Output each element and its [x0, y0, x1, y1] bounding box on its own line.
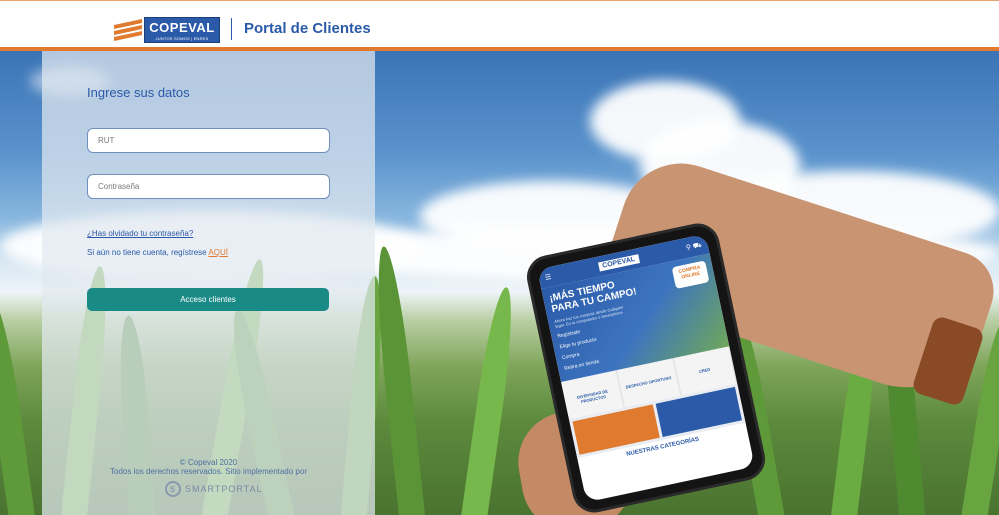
smartportal-logo-icon: S: [165, 481, 181, 497]
password-input[interactable]: [87, 174, 330, 199]
footer: © Copeval 2020 Todos los derechos reserv…: [42, 458, 375, 476]
forgot-password-link[interactable]: ¿Has olvidado tu contraseña?: [87, 229, 193, 238]
register-link[interactable]: AQUÍ: [208, 248, 228, 257]
header-divider: [231, 18, 232, 40]
logo-tagline: JUNTOS SOMOS | ENRES: [155, 36, 209, 41]
copeval-logo[interactable]: COPEVAL JUNTOS SOMOS | ENRES: [112, 17, 220, 43]
page-title: Portal de Clientes: [244, 20, 371, 37]
copeval-stripes-icon: [112, 17, 144, 43]
rights-text: Todos los derechos reservados. Sitio imp…: [110, 467, 307, 476]
cart-icon: ⚲ ⛟: [685, 241, 703, 252]
access-clients-button[interactable]: Acceso clientes: [87, 288, 329, 311]
site-header: COPEVAL JUNTOS SOMOS | ENRES Portal de C…: [0, 0, 999, 52]
register-prompt-text: Si aún no tiene cuenta, regístrese: [87, 248, 209, 257]
menu-icon: ☰: [544, 273, 553, 282]
smartphone-image: ☰ COPEVAL ⚲ ⛟ ¡MÁS TIEMPO PARA TU CAMPO!…: [522, 219, 770, 515]
login-panel: Ingrese sus datos ¿Has olvidado tu contr…: [42, 51, 375, 515]
logo-wordmark: COPEVAL: [149, 20, 215, 35]
register-prompt: Si aún no tiene cuenta, regístrese AQUÍ: [87, 248, 228, 257]
smartportal-logo[interactable]: S SMARTPORTAL: [165, 481, 263, 497]
compra-online-badge: COMPRA ONLINE: [671, 260, 710, 289]
phone-screen: ☰ COPEVAL ⚲ ⛟ ¡MÁS TIEMPO PARA TU CAMPO!…: [537, 233, 755, 503]
rut-input[interactable]: [87, 128, 330, 153]
copyright-text: © Copeval 2020: [179, 458, 238, 467]
login-heading: Ingrese sus datos: [87, 85, 190, 100]
smartportal-label: SMARTPORTAL: [185, 484, 263, 494]
